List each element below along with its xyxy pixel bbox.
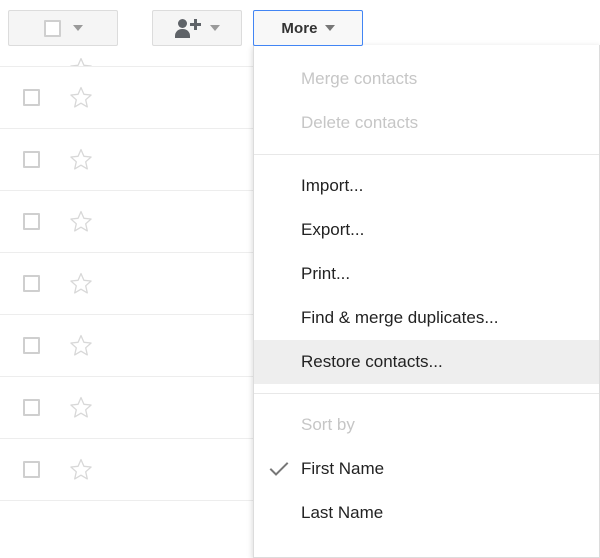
checkbox-icon[interactable]	[23, 89, 40, 106]
checkbox-icon[interactable]	[23, 461, 40, 478]
menu-separator	[254, 393, 599, 394]
menu-item-first-name[interactable]: First Name	[254, 447, 599, 491]
menu-item-label: Delete contacts	[301, 113, 419, 132]
menu-item-delete-contacts: Delete contacts	[254, 101, 599, 145]
menu-item-print[interactable]: Print...	[254, 252, 599, 296]
person-add-icon	[174, 18, 201, 38]
star-outline-icon[interactable]	[69, 210, 93, 233]
menu-separator	[254, 154, 599, 155]
checkbox-icon	[43, 19, 61, 37]
star-outline-icon[interactable]	[69, 86, 93, 109]
menu-item-label: Restore contacts...	[301, 352, 443, 371]
chevron-down-icon	[209, 25, 220, 31]
menu-item-label: Sort by	[301, 415, 355, 434]
menu-item-merge-contacts: Merge contacts	[254, 57, 599, 101]
menu-item-label: Find & merge duplicates...	[301, 308, 499, 327]
star-outline-icon[interactable]	[69, 334, 93, 357]
star-outline-icon[interactable]	[69, 458, 93, 481]
checkbox-icon[interactable]	[23, 213, 40, 230]
menu-item-sort-by: Sort by	[254, 403, 599, 447]
menu-item-restore-contacts[interactable]: Restore contacts...	[254, 340, 599, 384]
menu-item-last-name[interactable]: Last Name	[254, 491, 599, 535]
checkbox-icon[interactable]	[23, 399, 40, 416]
check-icon	[268, 458, 290, 480]
more-dropdown-button[interactable]: More	[253, 10, 363, 46]
star-outline-icon[interactable]	[69, 58, 93, 66]
checkbox-icon[interactable]	[23, 337, 40, 354]
menu-item-label: Import...	[301, 176, 364, 195]
menu-item-label: Export...	[301, 220, 365, 239]
more-button-label: More	[281, 19, 318, 37]
menu-item-label: Last Name	[301, 503, 384, 522]
add-contact-dropdown-button[interactable]	[152, 10, 242, 46]
menu-item-import[interactable]: Import...	[254, 164, 599, 208]
select-all-dropdown-button[interactable]	[8, 10, 118, 46]
menu-item-label: Merge contacts	[301, 69, 418, 88]
star-outline-icon[interactable]	[69, 396, 93, 419]
star-outline-icon[interactable]	[69, 272, 93, 295]
chevron-down-icon	[324, 25, 335, 31]
star-outline-icon[interactable]	[69, 148, 93, 171]
menu-item-label: Print...	[301, 264, 351, 283]
chevron-down-icon	[72, 25, 83, 31]
checkbox-icon[interactable]	[23, 275, 40, 292]
checkbox-icon[interactable]	[23, 151, 40, 168]
menu-item-label: First Name	[301, 459, 385, 478]
menu-item-export[interactable]: Export...	[254, 208, 599, 252]
menu-item-find-and-merge-duplicates[interactable]: Find & merge duplicates...	[254, 296, 599, 340]
more-dropdown-menu: Merge contacts Delete contacts Import... Ex…	[253, 45, 600, 558]
